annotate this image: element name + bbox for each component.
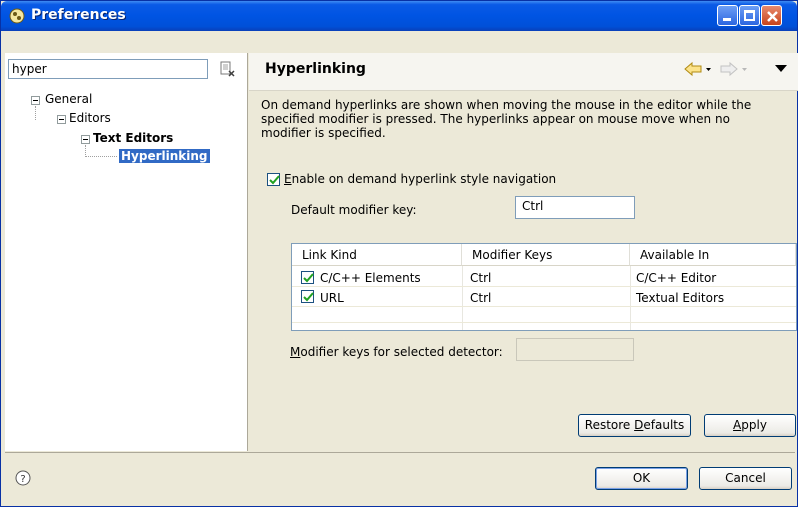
close-button[interactable] bbox=[761, 5, 782, 26]
check-mark-icon bbox=[303, 292, 314, 302]
eclipse-icon bbox=[9, 8, 25, 24]
enable-mnemonic: E bbox=[284, 172, 292, 186]
maximize-button[interactable] bbox=[739, 5, 760, 26]
preference-tree-pane bbox=[5, 53, 248, 451]
column-header-modifier-keys[interactable]: Modifier Keys bbox=[462, 244, 630, 266]
collapse-general-toggle[interactable] bbox=[31, 96, 40, 105]
page-title: Hyperlinking bbox=[265, 61, 366, 77]
grid-line bbox=[292, 286, 796, 287]
default-modifier-field[interactable]: Ctrl bbox=[515, 196, 635, 219]
enable-hyperlink-label[interactable]: Enable on demand hyperlink style navigat… bbox=[284, 172, 556, 186]
row-checkbox-url[interactable] bbox=[301, 290, 314, 303]
restore-defaults-button[interactable]: Restore Defaults bbox=[578, 414, 691, 437]
hyperlink-detectors-table: Link Kind Modifier Keys Available In C/C… bbox=[291, 243, 797, 331]
selected-modifier-label-rest: odifier keys for selected detector: bbox=[300, 345, 503, 359]
view-menu-icon[interactable] bbox=[775, 65, 787, 73]
preferences-window: Preferences General Editors Text Editors… bbox=[0, 0, 798, 507]
column-header-link-kind[interactable]: Link Kind bbox=[292, 244, 462, 266]
filter-input[interactable] bbox=[8, 59, 208, 79]
tree-item-editors[interactable]: Editors bbox=[69, 111, 111, 125]
cell-link-kind[interactable]: C/C++ Elements bbox=[320, 271, 421, 285]
selected-modifier-field[interactable] bbox=[516, 338, 634, 361]
tree-item-general[interactable]: General bbox=[45, 92, 92, 106]
tree-connector bbox=[35, 106, 36, 120]
window-title: Preferences bbox=[31, 7, 126, 23]
grid-line bbox=[292, 322, 796, 323]
grid-line bbox=[630, 266, 631, 330]
row-checkbox-c-elements[interactable] bbox=[301, 271, 314, 284]
collapse-text-editors-toggle[interactable] bbox=[81, 135, 90, 144]
cancel-button[interactable]: Cancel bbox=[699, 467, 792, 490]
ok-button[interactable]: OK bbox=[595, 467, 688, 490]
cell-link-kind[interactable]: URL bbox=[320, 291, 344, 305]
selected-modifier-mnemonic: M bbox=[290, 345, 301, 359]
restore-mnemonic: D bbox=[634, 418, 644, 432]
grid-line bbox=[292, 306, 796, 307]
tree-connector bbox=[85, 156, 117, 157]
grid-line bbox=[462, 266, 463, 330]
column-header-available-in[interactable]: Available In bbox=[630, 244, 796, 266]
title-bar[interactable]: Preferences bbox=[1, 1, 797, 31]
apply-label-rest: pply bbox=[741, 418, 767, 432]
cell-modifier-keys[interactable]: Ctrl bbox=[470, 291, 491, 305]
restore-label-end: efaults bbox=[643, 418, 685, 432]
minimize-button[interactable] bbox=[717, 5, 738, 26]
cell-available-in[interactable]: C/C++ Editor bbox=[636, 271, 716, 285]
tree-item-hyperlinking[interactable]: Hyperlinking bbox=[119, 149, 210, 163]
help-icon[interactable]: ? bbox=[15, 470, 31, 486]
check-mark-icon bbox=[269, 175, 280, 185]
restore-label-start: Restore bbox=[584, 418, 635, 432]
button-bar-separator bbox=[5, 452, 795, 453]
cell-modifier-keys[interactable]: Ctrl bbox=[470, 271, 491, 285]
collapse-editors-toggle[interactable] bbox=[57, 115, 66, 124]
cell-available-in[interactable]: Textual Editors bbox=[636, 291, 724, 305]
selected-modifier-label: Modifier keys for selected detector: bbox=[290, 345, 503, 359]
enable-hyperlink-checkbox[interactable] bbox=[267, 173, 280, 186]
enable-label-rest: nable on demand hyperlink style navigati… bbox=[291, 172, 557, 186]
clear-filter-icon[interactable] bbox=[219, 60, 237, 78]
page-description: On demand hyperlinks are shown when movi… bbox=[261, 98, 752, 140]
forward-arrow-icon[interactable] bbox=[719, 61, 749, 77]
back-arrow-icon[interactable] bbox=[683, 61, 713, 77]
tree-item-text-editors[interactable]: Text Editors bbox=[93, 131, 173, 145]
check-mark-icon bbox=[303, 273, 314, 283]
close-icon bbox=[767, 11, 778, 22]
svg-text:?: ? bbox=[20, 474, 25, 485]
default-modifier-label: Default modifier key: bbox=[291, 203, 417, 217]
apply-button[interactable]: Apply bbox=[704, 414, 796, 437]
